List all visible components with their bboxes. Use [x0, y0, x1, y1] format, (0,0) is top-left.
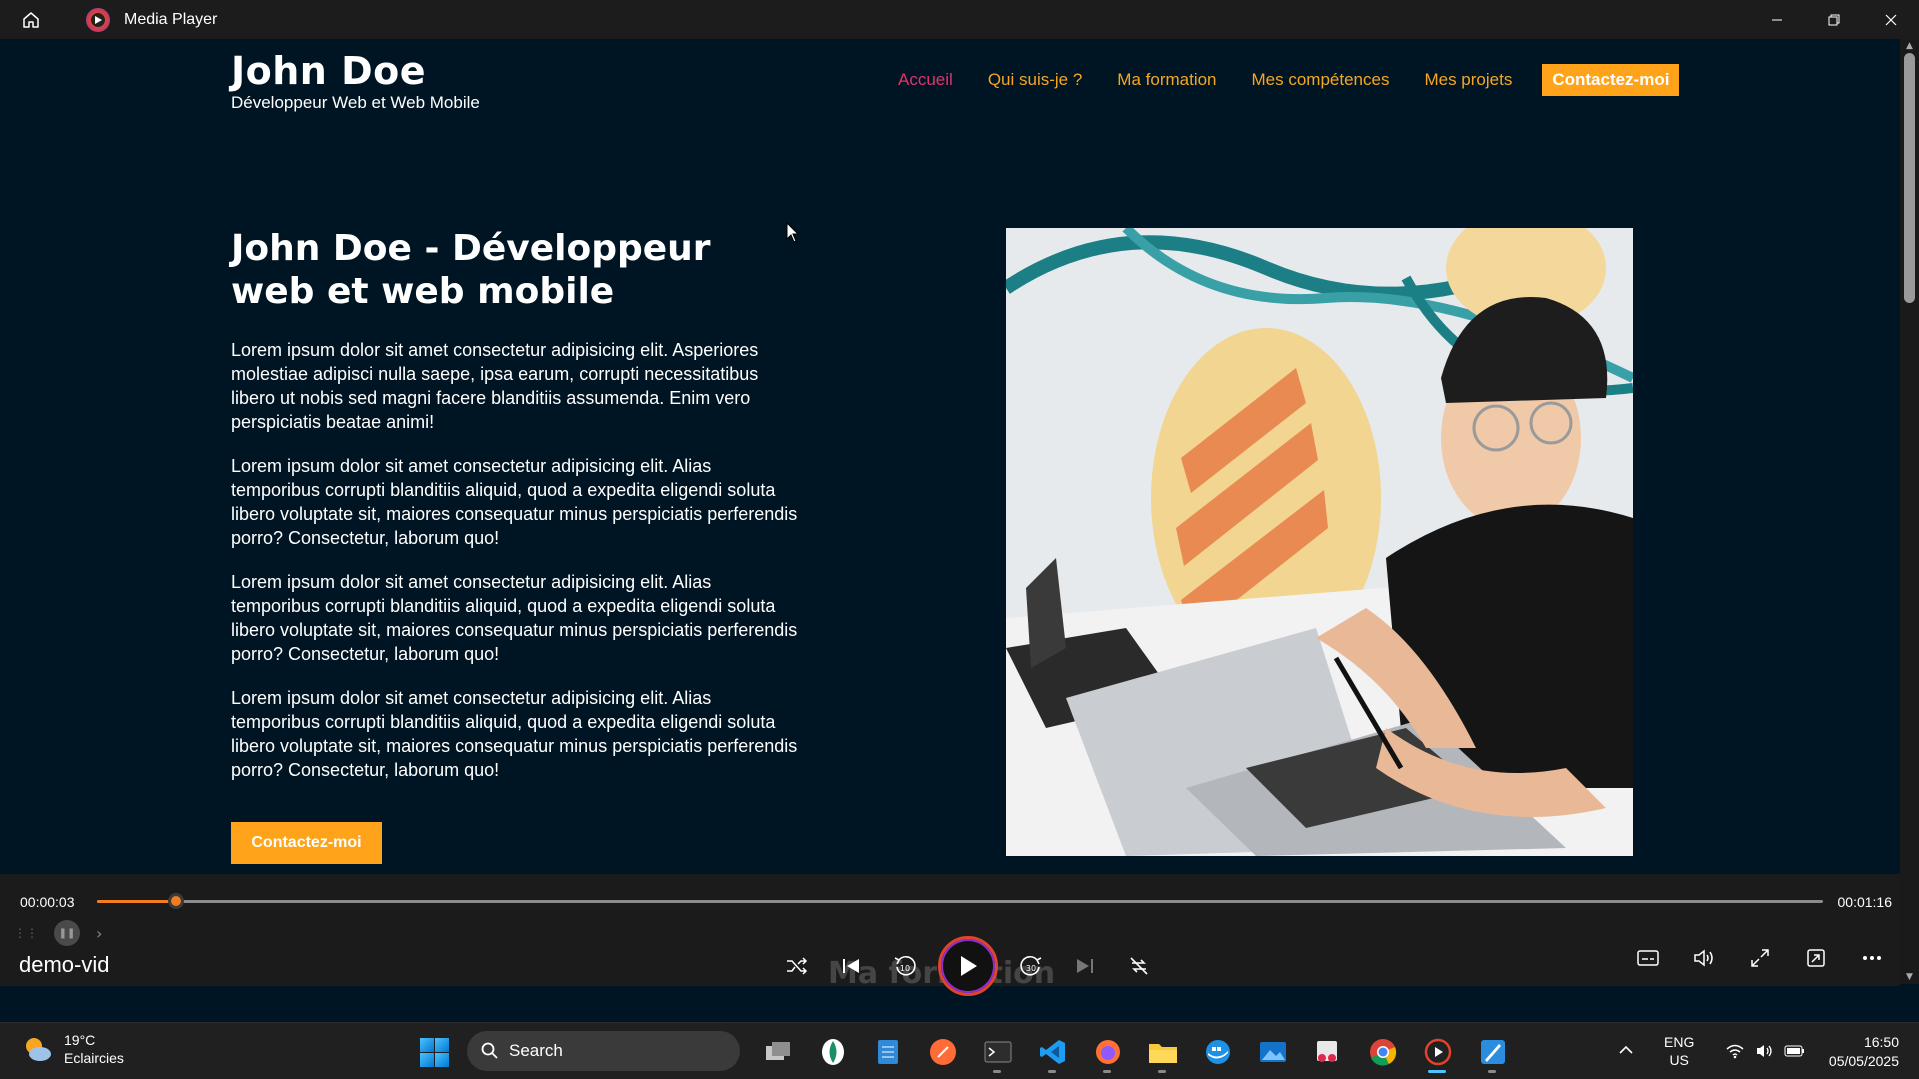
weather-temp: 19°C [64, 1032, 96, 1048]
nav-mes-competences: Mes compétences [1251, 70, 1390, 89]
title-bar: Media Player [0, 0, 1919, 39]
weather-partly-sunny-icon [22, 1034, 52, 1064]
paint-icon[interactable] [1465, 1029, 1520, 1075]
next-icon[interactable] [1058, 946, 1112, 986]
drag-handle-icon[interactable]: ⋮⋮ [14, 926, 38, 940]
media-name: demo-vid [19, 952, 110, 977]
vscode-icon[interactable] [1025, 1029, 1080, 1075]
mini-player-controls: ⋮⋮ ❚❚ › [14, 920, 102, 946]
site-brand-role: Développeur Web et Web Mobile [231, 93, 480, 112]
fullscreen-icon[interactable] [1732, 938, 1788, 978]
firefox-icon[interactable] [1080, 1029, 1135, 1075]
svg-text:30: 30 [1026, 964, 1036, 973]
search-label: Search [509, 1041, 563, 1060]
mouse-cursor-icon [786, 221, 800, 248]
chrome-icon[interactable] [1355, 1029, 1410, 1075]
more-options-icon[interactable] [1844, 938, 1900, 978]
seek-progress [97, 900, 177, 903]
photos-icon[interactable] [1245, 1029, 1300, 1075]
hero-paragraph: Lorem ipsum dolor sit amet consectetur a… [231, 456, 798, 548]
taskbar-search[interactable]: Search [467, 1031, 740, 1071]
home-icon[interactable] [16, 5, 46, 35]
rewind-10-icon[interactable]: 10 [878, 946, 932, 986]
task-view-icon[interactable] [750, 1029, 805, 1075]
window-controls [1748, 0, 1919, 39]
secondary-controls [1620, 938, 1900, 978]
nav-mes-projets: Mes projets [1424, 70, 1513, 89]
language-code: ENG [1664, 1034, 1695, 1050]
clock[interactable]: 16:50 05/05/2025 [1829, 1033, 1899, 1071]
battery-icon[interactable] [1780, 1043, 1810, 1059]
hero-paragraph: Lorem ipsum dolor sit amet consectetur a… [231, 340, 759, 432]
speaker-icon[interactable] [1750, 1043, 1780, 1059]
chevron-right-icon[interactable]: › [96, 924, 102, 943]
postman-icon[interactable] [915, 1029, 970, 1075]
media-player-logo-icon [86, 7, 110, 32]
notepad-icon[interactable] [805, 1029, 860, 1075]
developer-photo [1006, 228, 1633, 856]
site-brand: John Doe Développeur Web et Web Mobile [231, 49, 480, 113]
scroll-up-icon[interactable]: ▲ [1900, 39, 1919, 53]
svg-text:10: 10 [900, 964, 910, 973]
clock-time: 16:50 [1863, 1034, 1899, 1050]
windows-start-icon[interactable] [420, 1038, 449, 1067]
hero-contact-button: Contactez-moi [231, 822, 382, 864]
weather-widget[interactable]: 19°C Eclaircies [22, 1031, 124, 1067]
restore-button[interactable] [1805, 0, 1862, 39]
sticky-notes-icon[interactable] [860, 1029, 915, 1075]
minimize-button[interactable] [1748, 0, 1805, 39]
shuffle-icon[interactable] [770, 946, 824, 986]
hero-paragraph: Lorem ipsum dolor sit amet consectetur a… [231, 688, 798, 780]
seek-bar[interactable] [97, 893, 1823, 909]
chevron-up-icon[interactable] [1618, 1042, 1634, 1060]
forward-30-icon[interactable]: 30 [1004, 946, 1058, 986]
site-brand-name: John Doe [231, 49, 427, 93]
language-indicator[interactable]: ENG US [1664, 1033, 1694, 1069]
clock-date: 05/05/2025 [1828, 1053, 1899, 1069]
taskbar-apps [750, 1029, 1520, 1075]
window-title: Media Player [124, 10, 218, 28]
docker-icon[interactable] [1190, 1029, 1245, 1075]
snipping-tool-icon[interactable] [1300, 1029, 1355, 1075]
nav-contact-button: Contactez-moi [1542, 64, 1680, 96]
search-icon [481, 1042, 498, 1059]
scroll-down-icon[interactable]: ▼ [1900, 970, 1919, 984]
keyboard-layout: US [1669, 1052, 1689, 1068]
player-controls: 00:00:03 00:01:16 ⋮⋮ ❚❚ › demo-vid Ma fo… [0, 874, 1900, 996]
repeat-off-icon[interactable] [1112, 946, 1166, 986]
total-time: 00:01:16 [1837, 894, 1893, 910]
transport-controls: 10 30 [770, 936, 1166, 996]
hero-paragraph: Lorem ipsum dolor sit amet consectetur a… [231, 572, 798, 664]
close-button[interactable] [1862, 0, 1919, 39]
weather-desc: Eclaircies [64, 1050, 124, 1066]
previous-icon[interactable] [824, 946, 878, 986]
media-player-icon[interactable] [1410, 1029, 1465, 1075]
seek-thumb[interactable] [168, 893, 185, 909]
video-frame[interactable]: John Doe Développeur Web et Web Mobile A… [0, 39, 1900, 874]
scroll-thumb[interactable] [1904, 53, 1915, 303]
mini-view-icon[interactable] [1788, 938, 1844, 978]
file-explorer-icon[interactable] [1135, 1029, 1190, 1075]
pause-icon[interactable]: ❚❚ [54, 920, 80, 946]
nav-qui-suis-je: Qui suis-je ? [987, 70, 1083, 89]
current-time: 00:00:03 [20, 894, 75, 910]
hero-title: John Doe - Développeur web et web mobile [231, 228, 711, 312]
video-scrollbar[interactable]: ▲ ▼ [1900, 39, 1919, 984]
wifi-icon[interactable] [1720, 1043, 1750, 1059]
hero-text: Lorem ipsum dolor sit amet consectetur a… [231, 338, 801, 802]
system-tray: ENG US [1618, 1033, 1810, 1069]
terminal-icon[interactable] [970, 1029, 1025, 1075]
taskbar: 19°C Eclaircies Search ENG US 16:50 05/0… [0, 1022, 1919, 1079]
site-nav: Accueil Qui suis-je ? Ma formation Mes c… [898, 64, 1680, 96]
volume-icon[interactable] [1676, 938, 1732, 978]
nav-accueil: Accueil [898, 70, 953, 89]
subtitles-icon[interactable] [1620, 938, 1676, 978]
nav-ma-formation: Ma formation [1117, 70, 1217, 89]
seek-track[interactable] [97, 900, 1823, 903]
play-button[interactable] [938, 936, 998, 996]
